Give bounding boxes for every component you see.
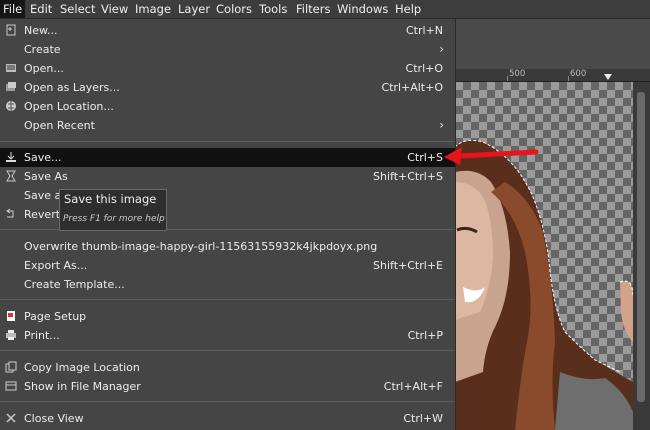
shortcut-label: Shift+Ctrl+E [373, 259, 443, 272]
menu-edit[interactable]: Edit [30, 0, 52, 18]
ruler-tick-label: 600 [570, 69, 587, 79]
printer-icon [6, 330, 16, 340]
menu-item-label: Save a [24, 189, 62, 202]
menu-select[interactable]: Select [60, 0, 95, 18]
shortcut-label: Ctrl+N [405, 24, 443, 37]
tooltip-hint: Press F1 for more help [63, 214, 165, 224]
file-menu-dropdown: New... Ctrl+N Create › Open... Ctrl+O Op… [0, 19, 456, 430]
open-image-icon [6, 64, 16, 72]
menu-filters[interactable]: Filters [296, 0, 330, 18]
menu-item-copy-image-location[interactable]: Copy Image Location [0, 358, 455, 377]
shortcut-label: Ctrl+Alt+F [383, 380, 443, 393]
menu-item-print[interactable]: Print... Ctrl+P [0, 326, 455, 345]
menu-image[interactable]: Image [135, 0, 171, 18]
tooltip-title: Save this image [64, 192, 157, 206]
menu-item-label: Print... [24, 329, 60, 342]
menu-item-save[interactable]: Save... Ctrl+S [0, 148, 455, 167]
menu-item-open-location[interactable]: Open Location... [0, 97, 455, 116]
shortcut-label: Ctrl+P [407, 329, 443, 342]
menu-item-label: Page Setup [24, 310, 87, 323]
menu-item-label: Save As [24, 170, 68, 183]
menu-separator [0, 299, 455, 300]
menu-item-new[interactable]: New... Ctrl+N [0, 21, 455, 40]
menu-item-open-recent[interactable]: Open Recent › [0, 116, 455, 135]
shortcut-label: Shift+Ctrl+S [373, 170, 443, 183]
menu-item-create[interactable]: Create › [0, 40, 455, 59]
shortcut-label: Ctrl+O [405, 62, 443, 75]
menu-colors[interactable]: Colors [216, 0, 252, 18]
globe-icon [6, 101, 16, 111]
copy-icon [5, 361, 17, 373]
menu-item-close-view[interactable]: Close View Ctrl+W [0, 409, 455, 428]
vertical-scrollbar[interactable] [633, 82, 650, 430]
ruler-tick-label: 500 [509, 69, 526, 79]
save-tooltip: Save this image Press F1 for more help [59, 189, 167, 231]
new-image-icon [6, 24, 16, 36]
page-setup-icon [7, 311, 15, 321]
menu-separator [0, 141, 455, 142]
menu-item-label: Show in File Manager [24, 380, 141, 393]
save-as-icon [6, 170, 16, 182]
close-icon [6, 413, 16, 423]
menu-windows[interactable]: Windows [337, 0, 388, 18]
image-canvas[interactable]: 500 600 [455, 19, 650, 430]
menu-item-label: Overwrite thumb-image-happy-girl-1156315… [24, 240, 378, 253]
menu-item-page-setup[interactable]: Page Setup [0, 307, 455, 326]
menu-item-label: Open... [24, 62, 64, 75]
menu-item-label: Open as Layers... [24, 81, 120, 94]
menu-item-label: Revert [24, 208, 61, 221]
menu-separator [0, 350, 455, 351]
shortcut-label: Ctrl+Alt+O [381, 81, 443, 94]
menu-help[interactable]: Help [395, 0, 421, 18]
menu-item-create-template[interactable]: Create Template... [0, 275, 455, 294]
menu-item-label: Save... [24, 151, 62, 164]
menu-item-label: Create Template... [24, 278, 125, 291]
shortcut-label: Ctrl+S [407, 151, 443, 164]
annotation-arrow-icon [444, 147, 539, 165]
menu-layer[interactable]: Layer [178, 0, 210, 18]
open-layers-icon [6, 82, 16, 91]
menu-view[interactable]: View [101, 0, 128, 18]
menu-item-label: Create [24, 43, 61, 56]
girl-photo [455, 139, 633, 430]
scrollbar-thumb[interactable] [637, 92, 645, 402]
menu-item-label: Open Location... [24, 100, 114, 113]
horizontal-ruler: 500 600 [455, 69, 650, 82]
submenu-arrow-icon: › [439, 118, 444, 132]
menu-item-show-in-file-manager[interactable]: Show in File Manager Ctrl+Alt+F [0, 377, 455, 396]
menu-item-open-as-layers[interactable]: Open as Layers... Ctrl+Alt+O [0, 78, 455, 97]
menu-item-save-as[interactable]: Save As Shift+Ctrl+S [0, 167, 455, 186]
save-icon [6, 152, 16, 162]
menu-item-label: Close View [24, 412, 84, 425]
menu-item-label: New... [24, 24, 58, 37]
shortcut-label: Ctrl+W [403, 412, 443, 425]
menu-item-label: Export As... [24, 259, 88, 272]
submenu-arrow-icon: › [439, 42, 444, 56]
menubar: File Edit Select View Image Layer Colors… [0, 0, 650, 19]
menu-file[interactable]: File [0, 0, 26, 18]
menu-item-export-as[interactable]: Export As... Shift+Ctrl+E [0, 256, 455, 275]
ruler-position-marker [604, 74, 612, 80]
menu-item-open[interactable]: Open... Ctrl+O [0, 59, 455, 78]
menu-item-label: Copy Image Location [24, 361, 140, 374]
revert-icon [6, 208, 14, 218]
menu-tools[interactable]: Tools [259, 0, 287, 18]
file-manager-icon [5, 381, 17, 391]
menu-item-overwrite[interactable]: Overwrite thumb-image-happy-girl-1156315… [0, 237, 455, 256]
menu-separator [0, 401, 455, 402]
menu-item-label: Open Recent [24, 119, 95, 132]
